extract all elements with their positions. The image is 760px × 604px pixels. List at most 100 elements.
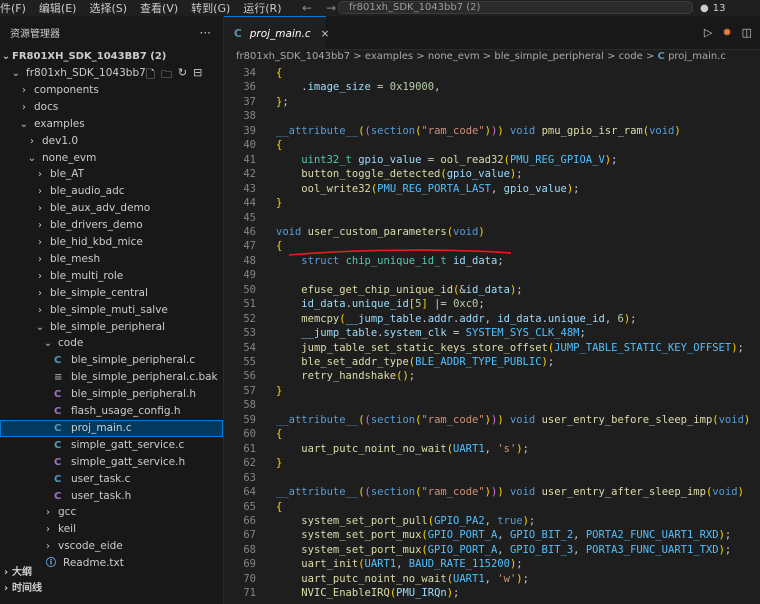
code-line: void user_custom_parameters(void) <box>276 225 485 238</box>
close-icon[interactable]: × <box>321 28 330 40</box>
tree-item[interactable]: ≡ ble_simple_peripheral.c.bak <box>0 369 223 386</box>
tree-item[interactable]: Cble_simple_peripheral.c <box>0 352 223 369</box>
forward-arrow-icon[interactable]: → <box>326 1 336 15</box>
tree-item-label: ble_aux_adv_demo <box>50 202 151 215</box>
line-number: 45 <box>243 211 256 224</box>
tree-item[interactable]: › ble_drivers_demo <box>0 217 223 234</box>
tree-item[interactable]: › ble_multi_role <box>0 268 223 285</box>
chevron-right-icon: › <box>46 524 50 536</box>
menu-go[interactable]: 转到(G) <box>183 0 235 16</box>
code-line: __attribute__((section("ram_code"))) voi… <box>276 413 751 426</box>
code-line: { <box>276 240 283 253</box>
split-editor-icon[interactable]: ◫ <box>742 26 752 39</box>
menu-edit[interactable]: 编辑(E) <box>31 0 82 16</box>
section-timeline[interactable]: › 时间线 <box>0 580 223 597</box>
tree-item[interactable]: Cproj_main.c <box>0 419 223 437</box>
line-number: 69 <box>243 558 256 571</box>
c-file-icon: C <box>234 27 242 40</box>
line-number: 38 <box>243 110 256 123</box>
line-number: 63 <box>243 471 256 484</box>
tree-item[interactable]: ⌄ none_evm <box>0 150 223 167</box>
tree-item[interactable]: ⌄ ble_simple_peripheral <box>0 319 223 336</box>
tree-item[interactable]: Csimple_gatt_service.c <box>0 437 223 454</box>
command-center[interactable]: fr801xh_SDK_1043bb7 (2) <box>338 1 693 14</box>
chevron-right-icon: › <box>46 541 50 553</box>
tree-item[interactable]: ⌄ examples <box>0 116 223 133</box>
chevron-down-icon: ⌄ <box>1 51 11 62</box>
tree-item-label: ble_simple_peripheral <box>50 320 166 333</box>
tree-item-label: ble_AT <box>50 168 85 181</box>
breadcrumb-item[interactable]: code <box>619 51 643 62</box>
tree-item[interactable]: › keil <box>0 521 223 538</box>
tree-item[interactable]: › ble_AT <box>0 166 223 183</box>
chevron-right-icon: › <box>38 253 42 265</box>
code-line: uint32_t gpio_value = ool_read32(PMU_REG… <box>301 153 618 166</box>
menu-view[interactable]: 查看(V) <box>132 0 183 16</box>
breadcrumb-item[interactable]: proj_main.c <box>668 51 726 62</box>
code-line: system_set_port_mux(GPIO_PORT_A, GPIO_BI… <box>301 543 732 556</box>
line-number: 39 <box>243 124 256 137</box>
line-number: 34 <box>243 67 256 79</box>
breadcrumb-item[interactable]: ble_simple_peripheral <box>494 51 604 62</box>
section-outline[interactable]: › 大纲 <box>0 564 223 581</box>
tree-item[interactable]: ⌄ code <box>0 335 223 352</box>
tree-item[interactable]: › ble_simple_central <box>0 285 223 302</box>
tree-item[interactable]: › ble_audio_adc <box>0 183 223 200</box>
tree-item[interactable]: › vscode_eide <box>0 538 223 555</box>
chevron-down-icon: ⌄ <box>19 118 29 130</box>
tree-item-label: fr801xh_SDK_1043bb7 <box>26 67 146 79</box>
menu-run[interactable]: 运行(R) <box>235 0 286 16</box>
h-file-icon: C <box>54 406 62 417</box>
tree-item-label: ble_drivers_demo <box>50 219 143 232</box>
breadcrumb-item[interactable]: none_evm <box>428 51 480 62</box>
back-arrow-icon[interactable]: ← <box>302 1 312 15</box>
code-line: button_toggle_detected(gpio_value); <box>301 168 523 181</box>
tree-item[interactable]: › gcc <box>0 504 223 521</box>
code-line: __attribute__((section("ram_code"))) voi… <box>276 486 744 499</box>
tree-item-label: ble_simple_peripheral.c.bak <box>71 371 218 384</box>
run-icon[interactable]: ▷ <box>704 26 712 39</box>
breadcrumb-item[interactable]: fr801xh_SDK_1043bb7 <box>236 51 350 62</box>
tree-item[interactable]: Cble_simple_peripheral.h <box>0 386 223 403</box>
code-view[interactable]: 34 {36 .image_size = 0x19000, 37}; 38 39 __at… <box>224 66 760 604</box>
tree-item[interactable]: Csimple_gatt_service.h <box>0 454 223 471</box>
explorer-root[interactable]: ⌄ FR801XH_SDK_1043BB7 (2) <box>0 48 223 65</box>
more-actions-icon[interactable]: ··· <box>200 26 211 40</box>
tree-item[interactable]: ⌄ fr801xh_SDK_1043bb7 <box>0 65 223 82</box>
tree-item[interactable]: › ble_mesh <box>0 251 223 268</box>
tab-label: proj_main.c <box>249 27 311 40</box>
line-number: 51 <box>243 298 256 311</box>
tree-item[interactable]: › components <box>0 82 223 99</box>
line-number: 60 <box>243 428 256 441</box>
chevron-right-icon: › <box>38 304 42 316</box>
line-number: 54 <box>243 341 256 354</box>
h-file-icon: C <box>54 490 62 502</box>
chevron-right-icon: › <box>38 169 42 181</box>
line-number: 52 <box>243 312 256 325</box>
section-timeline-label: 时间线 <box>12 583 42 594</box>
debug-icon[interactable]: ✹ <box>722 26 731 39</box>
tree-item[interactable]: › ble_aux_adv_demo <box>0 200 223 217</box>
tree-item[interactable]: › docs <box>0 99 223 116</box>
tree-item[interactable]: › dev1.0 <box>0 133 223 150</box>
tree-item-label: proj_main.c <box>71 421 132 434</box>
breadcrumb-item[interactable]: examples <box>365 51 413 62</box>
menu-file[interactable]: 件(F) <box>0 0 31 16</box>
code-line: uart_init(UART1, BAUD_RATE_115200); <box>301 558 523 571</box>
line-number: 70 <box>243 572 256 585</box>
tree-item[interactable]: Cuser_task.c <box>0 471 223 488</box>
editor-area: C proj_main.c × ▷ ✹ ◫ fr801xh_SDK_1043bb… <box>224 16 760 604</box>
tree-item[interactable]: Cflash_usage_config.h <box>0 403 223 420</box>
tree-item-label: ble_multi_role <box>50 269 124 282</box>
chevron-right-icon: › <box>38 203 42 215</box>
menu-selection[interactable]: 选择(S) <box>81 0 132 16</box>
code-line: } <box>276 197 283 210</box>
tree-item[interactable]: › ble_hid_kbd_mice <box>0 234 223 251</box>
line-number: 66 <box>243 514 256 527</box>
notification-badge[interactable]: ● 13 <box>700 0 725 16</box>
chevron-right-icon: › <box>22 101 26 113</box>
tree-item[interactable]: Cuser_task.h <box>0 488 223 505</box>
tab-proj-main[interactable]: C proj_main.c × <box>224 16 329 50</box>
section-outline-label: 大纲 <box>12 567 32 578</box>
tree-item[interactable]: › ble_simple_muti_salve <box>0 302 223 319</box>
